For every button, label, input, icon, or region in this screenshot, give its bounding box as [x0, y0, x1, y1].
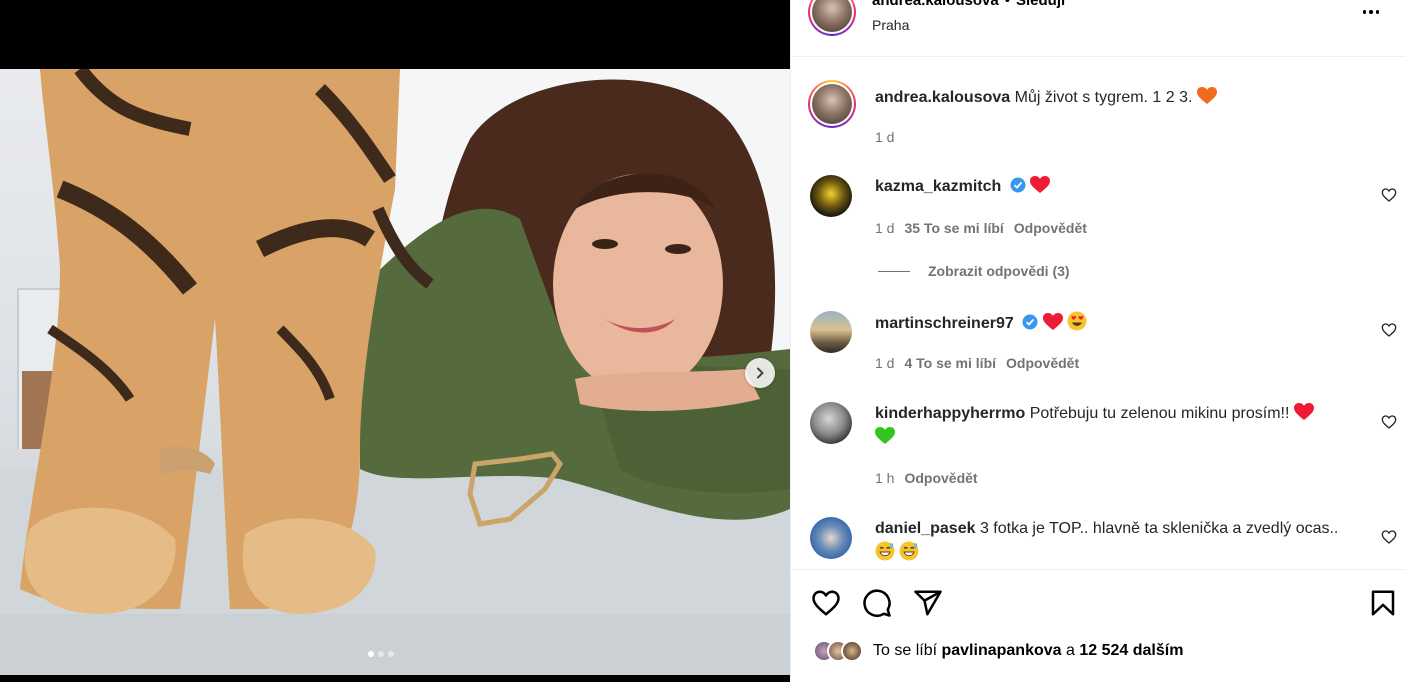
comment-likes[interactable]: 4 To se mi líbí	[904, 355, 996, 371]
post-media	[0, 0, 790, 682]
chevron-right-icon	[757, 367, 764, 379]
post-actions: To se líbí pavlinapankova a 12 524 další…	[791, 569, 1406, 682]
comment-icon[interactable]	[862, 588, 892, 618]
likes-and: a	[1065, 642, 1075, 659]
comments-list[interactable]: andrea.kalousova Můj život s tygrem. 1 2…	[791, 57, 1406, 569]
avatar	[841, 640, 863, 662]
comment-meta: 1 d 35 To se mi líbí Odpovědět	[875, 220, 1087, 236]
like-comment-heart-icon[interactable]	[1381, 187, 1397, 203]
comment-time[interactable]: 1 d	[875, 220, 894, 236]
commenter-avatar[interactable]	[810, 517, 852, 559]
red-heart-icon	[1293, 403, 1314, 420]
reply-button[interactable]: Odpovědět	[1006, 355, 1079, 371]
post-photo[interactable]	[0, 69, 790, 675]
comment-text: kazma_kazmitch	[875, 175, 1375, 199]
comment-username[interactable]: kazma_kazmitch	[875, 178, 1001, 195]
red-heart-icon	[1042, 313, 1063, 330]
likes-count[interactable]: 12 524 dalším	[1079, 642, 1183, 660]
grinning-sweat-icon	[875, 541, 895, 561]
comment-likes[interactable]: 35 To se mi líbí	[904, 220, 1003, 236]
caption-avatar[interactable]	[808, 80, 856, 128]
verified-icon	[1010, 177, 1026, 193]
caption-username[interactable]: andrea.kalousova	[875, 89, 1010, 106]
comment-time[interactable]: 1 h	[875, 470, 894, 486]
share-icon[interactable]	[913, 588, 943, 618]
comment-text: daniel_pasek 3 fotka je TOP.. hlavně ta …	[875, 517, 1375, 566]
post-location[interactable]: Praha	[872, 17, 909, 33]
header-separator: •	[1004, 0, 1010, 9]
heart-icon[interactable]	[811, 588, 841, 618]
likes-prefix: To se líbí	[873, 642, 938, 659]
grinning-sweat-icon	[899, 541, 919, 561]
reply-button[interactable]: Odpovědět	[904, 470, 977, 486]
more-icon-dot	[1369, 10, 1373, 14]
view-replies-button[interactable]: Zobrazit odpovědi (3)	[878, 263, 1070, 279]
red-heart-icon	[1030, 176, 1051, 193]
comment-username[interactable]: kinderhappyherrmo	[875, 405, 1025, 422]
caption-time[interactable]: 1 d	[875, 129, 894, 145]
comment-meta: 1 h Odpovědět	[875, 470, 978, 486]
author-avatar[interactable]	[808, 0, 856, 36]
heart-eyes-icon	[1067, 311, 1087, 331]
more-icon-dot	[1375, 10, 1380, 14]
carousel-dot	[388, 651, 394, 657]
liker-avatars[interactable]	[813, 640, 863, 662]
following-button[interactable]: Sleduji	[1016, 0, 1065, 9]
like-comment-heart-icon[interactable]	[1381, 414, 1397, 430]
carousel-dot	[378, 651, 384, 657]
replies-divider	[878, 270, 910, 272]
commenter-avatar[interactable]	[810, 175, 852, 217]
green-heart-icon	[875, 427, 895, 444]
comment-text: kinderhappyherrmo Potřebuju tu zelenou m…	[875, 402, 1375, 450]
author-username[interactable]: andrea.kalousova	[872, 0, 999, 9]
orange-heart-icon	[1196, 87, 1217, 104]
caption-text: andrea.kalousova Můj život s tygrem. 1 2…	[875, 86, 1375, 110]
next-slide-button[interactable]	[745, 358, 775, 388]
more-icon	[1362, 10, 1367, 14]
like-comment-heart-icon[interactable]	[1381, 322, 1397, 338]
comment-username[interactable]: martinschreiner97	[875, 315, 1014, 332]
comment-meta: 1 d 4 To se mi líbí Odpovědět	[875, 355, 1079, 371]
view-replies-label: Zobrazit odpovědi (3)	[928, 263, 1070, 279]
commenter-avatar[interactable]	[810, 402, 852, 444]
likes-summary: To se líbí pavlinapankova a 12 524 další…	[813, 640, 1183, 662]
caption-body: Můj život s tygrem. 1 2 3.	[1014, 89, 1193, 106]
header-user-line: andrea.kalousova • Sleduji	[872, 0, 1065, 9]
photo-illustration	[0, 69, 790, 675]
comment-text: martinschreiner97	[875, 311, 1375, 336]
comment-body: Potřebuju tu zelenou mikinu prosím!!	[1029, 405, 1290, 422]
post-side-panel: andrea.kalousova • Sleduji Praha andrea.ka…	[790, 0, 1406, 682]
more-options-button[interactable]	[1356, 4, 1386, 20]
comment-time[interactable]: 1 d	[875, 355, 894, 371]
verified-icon	[1022, 314, 1038, 330]
carousel-dots	[368, 651, 394, 657]
like-comment-heart-icon[interactable]	[1381, 529, 1397, 545]
liker-username[interactable]: pavlinapankova	[941, 642, 1061, 660]
carousel-dot	[368, 651, 374, 657]
comment-username[interactable]: daniel_pasek	[875, 520, 976, 537]
reply-button[interactable]: Odpovědět	[1014, 220, 1087, 236]
bookmark-icon[interactable]	[1368, 588, 1398, 618]
commenter-avatar[interactable]	[810, 311, 852, 353]
post-header: andrea.kalousova • Sleduji Praha	[791, 0, 1406, 57]
comment-body: 3 fotka je TOP.. hlavně ta sklenička a z…	[979, 520, 1339, 537]
